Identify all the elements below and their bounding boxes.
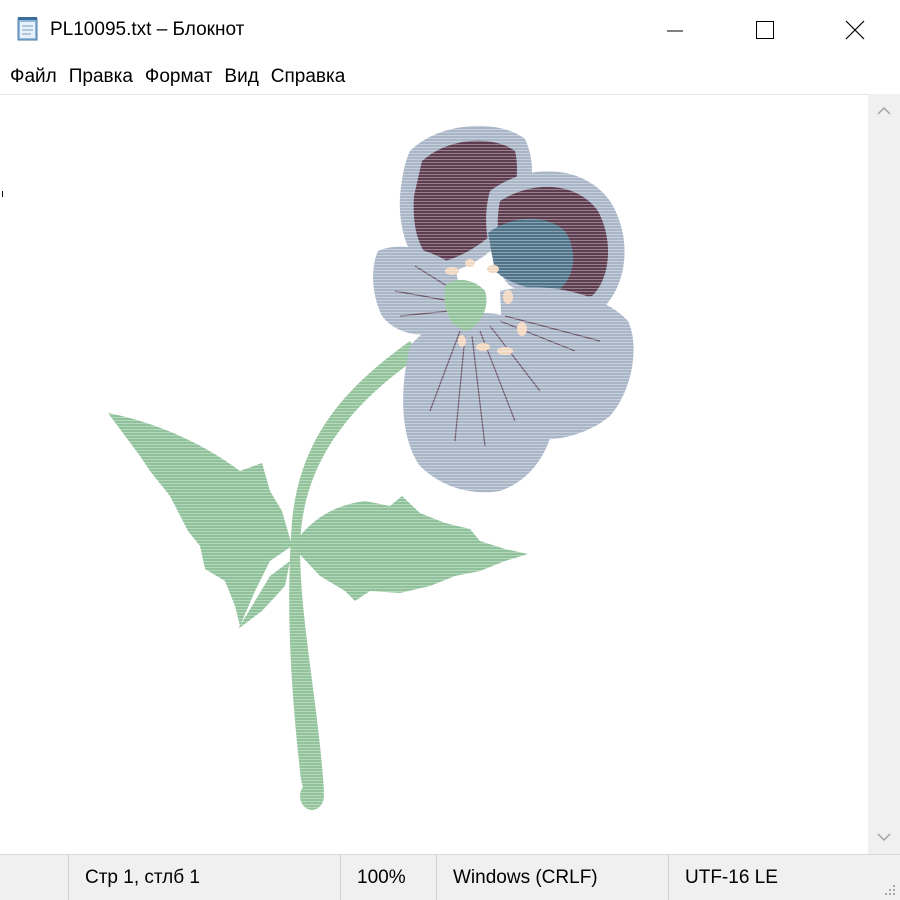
resize-grip-icon[interactable]: [882, 882, 896, 896]
close-button[interactable]: [810, 0, 900, 60]
menu-help[interactable]: Справка: [267, 65, 350, 89]
menu-bar: Файл Правка Формат Вид Справка: [0, 60, 900, 94]
close-icon: [845, 20, 865, 40]
minimize-button[interactable]: [630, 0, 720, 60]
zoom-level: 100%: [340, 855, 436, 900]
vertical-scrollbar[interactable]: [868, 94, 900, 854]
menu-edit[interactable]: Правка: [65, 65, 137, 89]
minimize-icon: [667, 30, 683, 32]
maximize-button[interactable]: [720, 0, 810, 60]
notepad-icon: [14, 16, 40, 42]
menu-file[interactable]: Файл: [6, 65, 61, 89]
window-title: PL10095.txt – Блокнот: [50, 19, 245, 40]
menu-view[interactable]: Вид: [220, 65, 262, 89]
scroll-up-button[interactable]: [868, 94, 900, 128]
encoding: UTF-16 LE: [668, 855, 900, 900]
text-caret: [2, 191, 3, 197]
chevron-down-icon: [877, 833, 891, 841]
chevron-up-icon: [877, 107, 891, 115]
cursor-position: Стр 1, стлб 1: [68, 855, 340, 900]
status-bar: Стр 1, стлб 1 100% Windows (CRLF) UTF-16…: [0, 854, 900, 900]
title-bar: PL10095.txt – Блокнот: [0, 0, 900, 60]
text-editor[interactable]: [0, 94, 868, 854]
scroll-down-button[interactable]: [868, 820, 900, 854]
maximize-icon: [756, 21, 774, 39]
line-endings: Windows (CRLF): [436, 855, 668, 900]
menu-format[interactable]: Формат: [141, 65, 217, 89]
pansy-flower-icon: [100, 111, 640, 811]
